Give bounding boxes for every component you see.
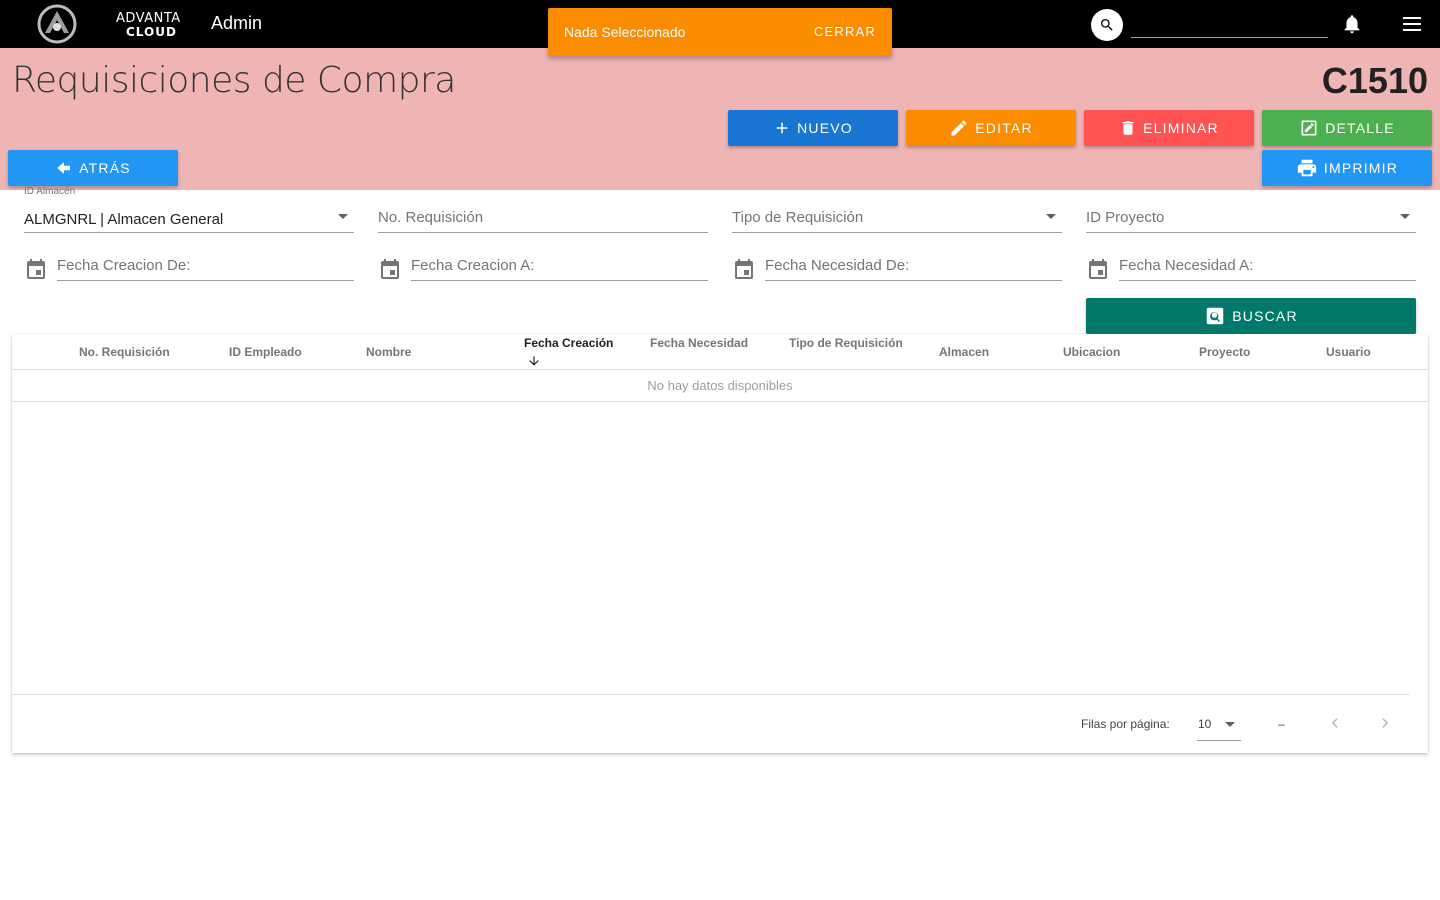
column-header-proyecto[interactable]: Proyecto — [1199, 345, 1250, 359]
plus-icon — [776, 122, 788, 134]
menu-button[interactable] — [1400, 13, 1424, 40]
chevron-left-icon[interactable] — [1325, 713, 1345, 733]
chevron-down-icon — [1046, 214, 1056, 219]
search-button[interactable] — [1091, 9, 1123, 41]
almacen-select[interactable]: ID Almacén ALMGNRL | Almacen General — [24, 186, 354, 233]
page-title: Requisiciones de Compra — [12, 60, 456, 101]
calendar-icon[interactable] — [24, 258, 48, 282]
edit-box-icon — [1301, 120, 1317, 136]
chevron-right-icon[interactable] — [1375, 713, 1395, 733]
pagination-range: – — [1278, 717, 1285, 731]
column-header-fecha-necesidad[interactable]: Fecha Necesidad — [650, 336, 748, 350]
requisitions-table: No. Requisición ID Empleado Nombre Fecha… — [12, 334, 1428, 753]
chevron-down-icon — [1225, 722, 1235, 727]
search-submit-button[interactable]: BUSCAR — [1086, 298, 1416, 334]
edit-button[interactable]: EDITAR — [906, 110, 1076, 146]
snackbar: Nada Seleccionado CERRAR — [548, 8, 892, 56]
back-button-label: ATRÁS — [79, 160, 131, 176]
project-placeholder: ID Proyecto — [1086, 209, 1165, 226]
requisition-number-placeholder: No. Requisición — [378, 209, 484, 226]
rows-per-page-value: 10 — [1198, 717, 1212, 731]
need-to-placeholder: Fecha Necesidad A: — [1119, 257, 1254, 274]
need-from-date-input[interactable]: Fecha Necesidad De: — [765, 251, 1062, 281]
chevron-down-icon — [1400, 214, 1410, 219]
notifications-button[interactable] — [1341, 12, 1363, 41]
search-input[interactable] — [1131, 13, 1328, 38]
logo-line-1: ADVANTA — [116, 11, 181, 26]
need-to-date-input[interactable]: Fecha Necesidad A: — [1119, 251, 1416, 281]
snackbar-message: Nada Seleccionado — [564, 24, 686, 40]
detail-button[interactable]: DETALLE — [1262, 110, 1432, 146]
need-from-placeholder: Fecha Necesidad De: — [765, 257, 910, 274]
search-submit-label: BUSCAR — [1232, 308, 1298, 324]
detail-button-label: DETALLE — [1325, 120, 1395, 136]
logo-mark-icon — [37, 4, 77, 44]
arrow-left-icon — [57, 162, 71, 174]
empty-table-message: No hay datos disponibles — [12, 370, 1428, 402]
column-header-nombre[interactable]: Nombre — [366, 345, 411, 359]
column-header-usuario[interactable]: Usuario — [1326, 345, 1371, 359]
project-select[interactable]: ID Proyecto — [1086, 203, 1416, 233]
page-code: C1510 — [1321, 60, 1428, 101]
search-icon — [1101, 19, 1113, 31]
chevron-down-icon — [338, 214, 348, 219]
rows-per-page-select[interactable]: 10 — [1197, 710, 1241, 741]
calendar-icon[interactable] — [1086, 258, 1110, 282]
pencil-icon — [951, 120, 967, 136]
new-button-label: NUEVO — [797, 120, 853, 136]
calendar-icon[interactable] — [732, 258, 756, 282]
delete-button-label: ELIMINAR — [1143, 120, 1219, 136]
app-title: Admin — [211, 13, 263, 33]
calendar-icon[interactable] — [378, 258, 402, 282]
new-button[interactable]: NUEVO — [728, 110, 898, 146]
back-button[interactable]: ATRÁS — [8, 150, 178, 186]
requisition-number-input[interactable]: No. Requisición — [378, 203, 708, 233]
print-button-label: IMPRIMIR — [1323, 160, 1399, 176]
snackbar-close-button[interactable]: CERRAR — [814, 24, 876, 39]
created-from-placeholder: Fecha Creacion De: — [57, 257, 191, 274]
page-header: Requisiciones de Compra C1510 NUEVO EDIT… — [0, 48, 1440, 190]
almacen-select-value: ALMGNRL | Almacen General — [24, 211, 224, 228]
delete-button[interactable]: ELIMINAR — [1084, 110, 1254, 146]
created-from-date-input[interactable]: Fecha Creacion De: — [57, 251, 354, 281]
printer-icon — [1297, 159, 1317, 177]
image-search-icon — [1206, 307, 1224, 325]
column-header-fecha-creacion[interactable]: Fecha Creación — [524, 336, 613, 350]
created-to-date-input[interactable]: Fecha Creacion A: — [411, 251, 708, 281]
column-header-ubicacion[interactable]: Ubicacion — [1063, 345, 1120, 359]
rows-per-page-label: Filas por página: — [1081, 717, 1170, 731]
column-header-id-empleado[interactable]: ID Empleado — [229, 345, 302, 359]
advanta-cloud-logo[interactable]: ADVANTA CLOUD — [36, 3, 180, 45]
almacen-select-label: ID Almacén — [24, 186, 76, 197]
created-to-placeholder: Fecha Creacion A: — [411, 257, 535, 274]
hamburger-menu-icon — [1403, 17, 1421, 31]
requisition-type-select[interactable]: Tipo de Requisición — [732, 203, 1062, 233]
column-header-tipo-requisicion[interactable]: Tipo de Requisición — [789, 336, 903, 350]
trash-icon — [1122, 121, 1134, 135]
column-header-almacen[interactable]: Almacen — [939, 345, 989, 359]
column-header-no-requisicion[interactable]: No. Requisición — [79, 345, 170, 359]
bell-icon — [1344, 15, 1360, 34]
edit-button-label: EDITAR — [975, 120, 1033, 136]
table-footer-divider — [12, 694, 1410, 695]
requisition-type-placeholder: Tipo de Requisición — [732, 209, 864, 226]
logo-text: ADVANTA CLOUD — [116, 12, 181, 38]
print-button[interactable]: IMPRIMIR — [1262, 150, 1432, 186]
logo-line-2: CLOUD — [126, 25, 177, 39]
arrow-down-icon[interactable] — [527, 354, 541, 368]
table-header: No. Requisición ID Empleado Nombre Fecha… — [12, 334, 1428, 370]
